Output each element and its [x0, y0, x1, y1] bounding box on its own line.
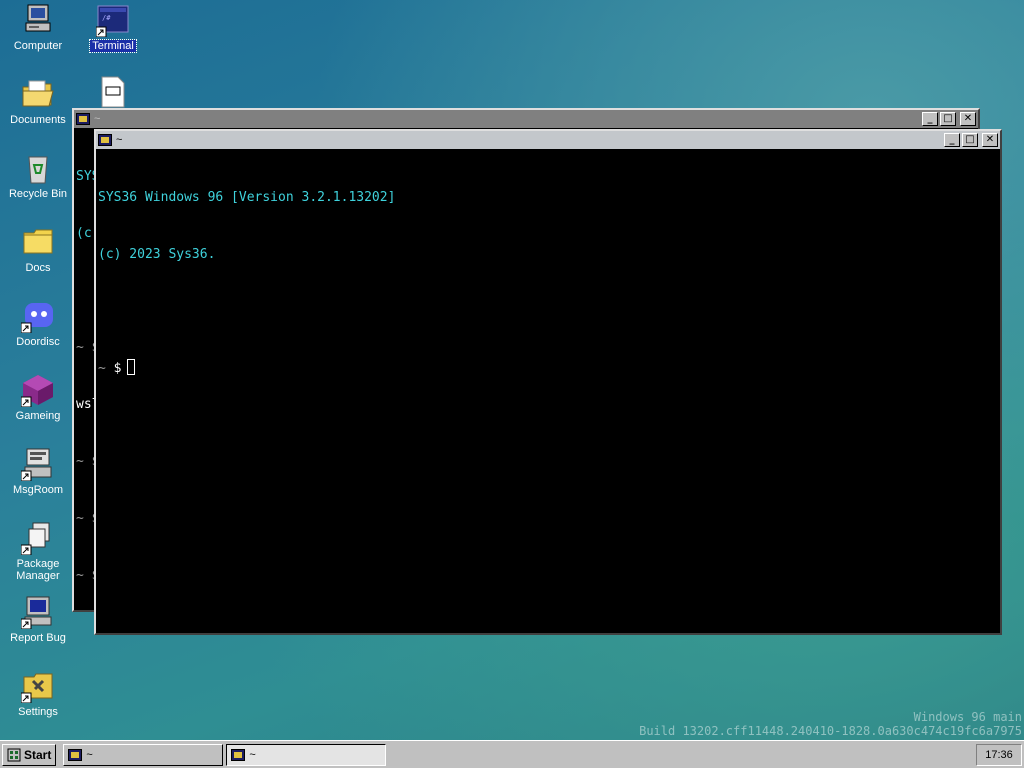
game-cube-icon — [20, 373, 55, 408]
desktop-icon-label: Package Manager — [16, 558, 60, 582]
desktop-icon-gameing[interactable]: Gameing — [0, 373, 76, 422]
terminal-window-icon — [98, 134, 112, 146]
desktop-icon-recycle-bin[interactable]: Recycle Bin — [0, 151, 76, 200]
system-tray-clock[interactable]: 17:36 — [976, 743, 1022, 766]
minimize-button[interactable]: _ — [944, 133, 960, 147]
front-terminal-output[interactable]: SYS36 Windows 96 [Version 3.2.1.13202] (… — [96, 149, 1000, 633]
text-cursor — [127, 359, 136, 375]
terminal-banner-line: (c) 2023 Sys36. — [98, 247, 216, 262]
desktop-icon-label: Recycle Bin — [8, 188, 68, 200]
desktop-icon-documents[interactable]: Documents — [0, 77, 76, 126]
taskbar: Start ~ ~ 17:36 — [0, 740, 1024, 768]
desktop-icon-package-manager[interactable]: Package Manager — [0, 521, 76, 582]
desktop-icon-label: Docs — [25, 262, 51, 274]
report-bug-icon — [20, 595, 55, 630]
front-window-titlebar[interactable]: ~ _ □ ✕ — [96, 131, 1000, 149]
desktop-icon-label: MsgRoom — [12, 484, 64, 496]
watermark-line-1: Windows 96 main — [913, 710, 1022, 724]
documents-folder-icon — [21, 77, 55, 111]
front-terminal-window[interactable]: ~ _ □ ✕ SYS36 Windows 96 [Version 3.2.1.… — [94, 129, 1002, 635]
desktop-icon-terminal[interactable]: /# Terminal — [75, 3, 151, 53]
start-label: Start — [24, 747, 52, 762]
taskbar-item-terminal-2[interactable]: ~ — [226, 743, 387, 766]
desktop-icon-settings[interactable]: Settings — [0, 669, 76, 718]
front-window-title: ~ — [116, 134, 123, 146]
package-manager-icon — [20, 521, 55, 556]
desktop-icon-label: Documents — [10, 114, 66, 126]
start-button[interactable]: Start — [2, 743, 57, 766]
maximize-button[interactable]: □ — [940, 112, 956, 126]
folder-icon — [21, 225, 55, 259]
prompt-path: ~ — [98, 361, 106, 376]
build-watermark: Windows 96 main Build 13202.cff11448.240… — [639, 710, 1022, 738]
recycle-bin-icon — [21, 151, 55, 185]
desktop-icon-report-bug[interactable]: Report Bug — [0, 595, 76, 644]
back-window-titlebar[interactable]: ~ _ □ ✕ — [74, 110, 978, 128]
terminal-window-icon — [76, 113, 90, 125]
doordisc-icon — [20, 299, 55, 334]
desktop-icon-label: Gameing — [15, 410, 61, 422]
terminal-icon: /# — [95, 3, 130, 38]
desktop-icon-markdown-file[interactable] — [75, 75, 151, 112]
watermark-line-2: Build 13202.cff11448.240410-1828.0a630c4… — [639, 724, 1022, 738]
terminal-window-icon — [231, 748, 246, 761]
svg-text:/#: /# — [102, 14, 111, 22]
markdown-file-icon — [96, 75, 130, 109]
prompt-symbol: $ — [113, 361, 122, 376]
settings-icon — [20, 669, 55, 704]
desktop-icon-label: Doordisc — [16, 336, 60, 348]
desktop-icon-label: Report Bug — [10, 632, 66, 644]
desktop-icon-label: Computer — [13, 40, 63, 52]
terminal-window-icon — [68, 748, 83, 761]
terminal-prompt-line[interactable]: ~ $ — [98, 359, 998, 378]
close-button[interactable]: ✕ — [960, 112, 976, 126]
desktop-icon-label: Settings — [18, 706, 58, 718]
taskbar-item-terminal-1[interactable]: ~ — [63, 743, 224, 766]
terminal-banner-line: SYS36 Windows 96 [Version 3.2.1.13202] — [98, 190, 396, 205]
desktop-icon-computer[interactable]: Computer — [0, 3, 76, 52]
back-window-title: ~ — [94, 113, 101, 125]
desktop-icon-label: Terminal — [89, 39, 137, 53]
taskbar-item-label: ~ — [249, 748, 256, 761]
desktop-icon-msgroom[interactable]: MsgRoom — [0, 447, 76, 496]
desktop-icon-doordisc[interactable]: Doordisc — [0, 299, 76, 348]
start-logo-icon — [7, 748, 21, 762]
maximize-button[interactable]: □ — [962, 133, 978, 147]
msgroom-icon — [20, 447, 55, 482]
minimize-button[interactable]: _ — [922, 112, 938, 126]
computer-icon — [21, 3, 55, 37]
taskbar-item-label: ~ — [86, 748, 93, 761]
clock-time: 17:36 — [985, 748, 1013, 761]
desktop-icon-docs[interactable]: Docs — [0, 225, 76, 274]
close-button[interactable]: ✕ — [982, 133, 998, 147]
